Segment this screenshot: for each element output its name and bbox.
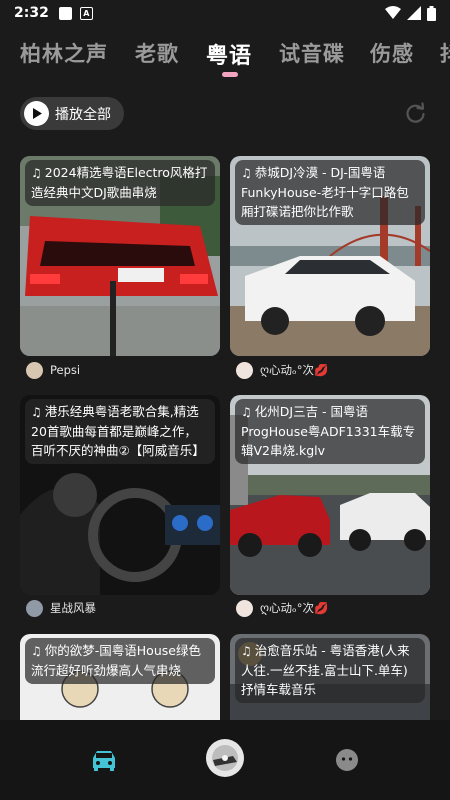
playlist-card[interactable]: ♫ 你的欲梦-国粤语House绿色流行超好听劲爆高人气串烧	[20, 634, 220, 720]
playlist-card[interactable]: ♫ 化州DJ三吉 - 国粤语ProgHouse粤ADF1331车载专辑V2串烧.k…	[230, 395, 430, 595]
playlist-card[interactable]: ♫ 治愈音乐站 - 粤语香港(人来人往.一丝不挂.富士山下.单车)抒情车载音乐	[230, 634, 430, 720]
active-tab-indicator	[222, 72, 238, 77]
author-name: Pepsi	[50, 363, 81, 377]
avatar	[26, 599, 43, 617]
card-title: ♫ 港乐经典粤语老歌合集,精选20首歌曲每首都是巅峰之作，百听不厌的神曲②【阿威音…	[25, 399, 215, 464]
music-note-icon: ♫	[31, 644, 42, 658]
notification-square-icon	[58, 6, 72, 20]
playlist-card[interactable]: ♫ 2024精选粤语Electro风格打造经典中文DJ歌曲串烧	[20, 156, 220, 356]
card-title: ♫ 治愈音乐站 - 粤语香港(人来人往.一丝不挂.富士山下.单车)抒情车载音乐	[235, 638, 425, 703]
avatar	[236, 361, 253, 379]
card-title: ♫ 2024精选粤语Electro风格打造经典中文DJ歌曲串烧	[25, 160, 215, 206]
author-name: 星战风暴	[50, 601, 96, 615]
tab-sad[interactable]: 伤感	[370, 38, 414, 68]
music-note-icon: ♫	[241, 166, 252, 180]
signal-icon	[407, 6, 421, 20]
status-time: 2:32	[14, 5, 49, 21]
tab-oldies[interactable]: 老歌	[135, 38, 179, 68]
author-name: ღ心动ₒ°次💋	[260, 601, 329, 615]
card-title: ♫ 化州DJ三吉 - 国粤语ProgHouse粤ADF1331车载专辑V2串烧.k…	[235, 399, 425, 464]
tab-test-disc[interactable]: 试音碟	[279, 38, 345, 68]
refresh-icon[interactable]	[405, 102, 427, 124]
music-note-icon: ♫	[31, 166, 42, 180]
play-icon	[24, 101, 49, 126]
card-author[interactable]: ღ心动ₒ°次💋	[236, 598, 328, 618]
battery-icon	[427, 5, 436, 21]
card-title: ♫ 你的欲梦-国粤语House绿色流行超好听劲爆高人气串烧	[25, 638, 215, 684]
status-bar: 2:32 A	[0, 0, 450, 26]
face-icon[interactable]	[335, 748, 359, 772]
play-all-button[interactable]: 播放全部	[20, 97, 124, 130]
author-name: ღ心动ₒ°次💋	[260, 363, 329, 377]
music-note-icon: ♫	[31, 405, 42, 419]
play-all-label: 播放全部	[55, 106, 111, 123]
card-author[interactable]: Pepsi	[26, 360, 80, 380]
wifi-icon	[385, 6, 401, 19]
playlist-card[interactable]: ♫ 港乐经典粤语老歌合集,精选20首歌曲每首都是巅峰之作，百听不厌的神曲②【阿威音…	[20, 395, 220, 595]
car-icon[interactable]	[90, 748, 118, 772]
card-title: ♫ 恭城DJ冷漠 - DJ-国粤语FunkyHouse-老圩十字口路包厢打碟诺把你…	[235, 160, 425, 225]
vinyl-disc-icon[interactable]	[205, 738, 245, 778]
music-note-icon: ♫	[241, 405, 252, 419]
notification-a-icon: A	[79, 6, 93, 20]
tab-berlin-sound[interactable]: 柏林之声	[20, 38, 108, 68]
tab-cantonese[interactable]: 粤语	[206, 38, 252, 70]
playlist-card[interactable]: ♫ 恭城DJ冷漠 - DJ-国粤语FunkyHouse-老圩十字口路包厢打碟诺把你…	[230, 156, 430, 356]
card-author[interactable]: ღ心动ₒ°次💋	[236, 360, 328, 380]
bottom-navigation	[0, 720, 450, 800]
avatar	[236, 599, 253, 617]
card-author[interactable]: 星战风暴	[26, 598, 96, 618]
music-note-icon: ♫	[241, 644, 252, 658]
avatar	[26, 361, 43, 379]
tab-douyin[interactable]: 抖	[440, 38, 450, 68]
